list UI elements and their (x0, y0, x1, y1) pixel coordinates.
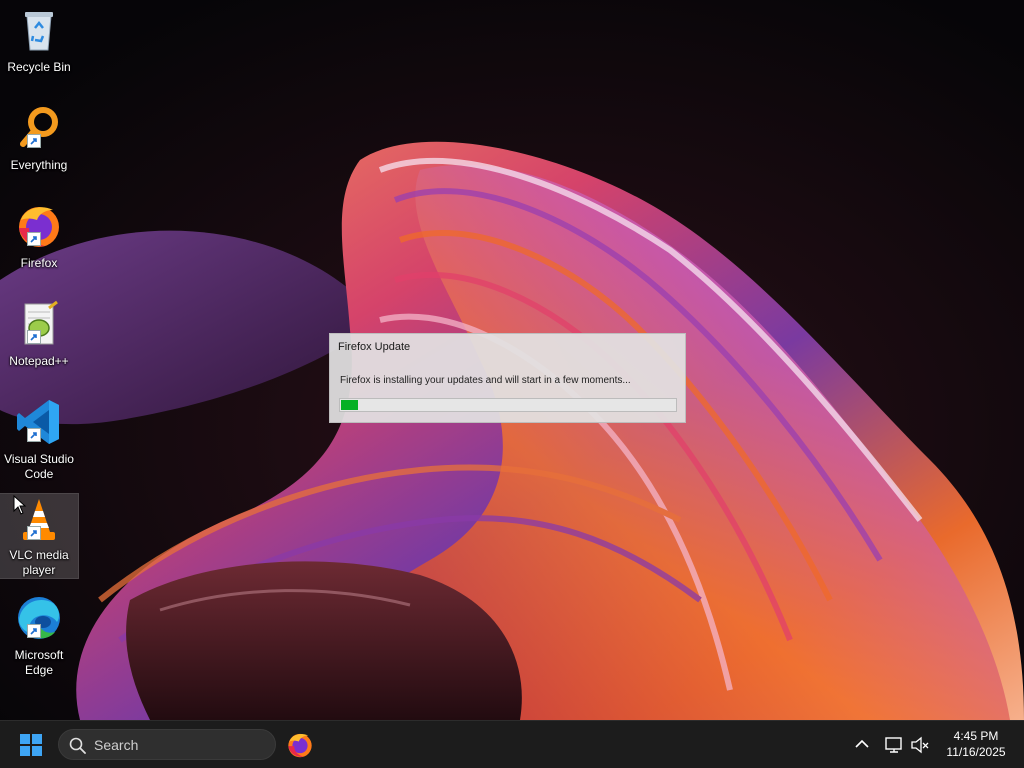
desktop-icon-edge[interactable]: Microsoft Edge (0, 594, 78, 678)
taskbar-clock[interactable]: 4:45 PM 11/16/2025 (938, 728, 1014, 760)
shortcut-arrow-icon (27, 428, 41, 442)
desktop-icon-label: Microsoft Edge (14, 648, 64, 677)
dialog-title: Firefox Update (338, 341, 411, 353)
firefox-icon (15, 202, 63, 250)
vscode-icon (15, 398, 63, 446)
dialog-message: Firefox is installing your updates and w… (340, 375, 631, 386)
firefox-icon (286, 733, 314, 763)
chevron-up-icon[interactable] (853, 735, 871, 753)
desktop-icon-label: Visual Studio Code (4, 452, 74, 481)
edge-icon (15, 594, 63, 642)
start-button[interactable] (14, 729, 50, 761)
desktop-icon-label: Recycle Bin (7, 60, 71, 74)
desktop-icon-recycle-bin[interactable]: Recycle Bin (0, 6, 78, 75)
update-progress-bar (339, 398, 677, 412)
desktop-icon-everything[interactable]: Everything (0, 104, 78, 173)
everything-search-icon (15, 104, 63, 152)
recycle-bin-icon (15, 6, 63, 54)
network-icon[interactable] (884, 735, 904, 755)
volume-muted-icon[interactable] (910, 735, 930, 755)
shortcut-arrow-icon (27, 330, 41, 344)
desktop-icon-label: Notepad++ (9, 354, 69, 368)
desktop-icon-vlc[interactable]: VLC media player (0, 493, 79, 579)
search-icon (69, 737, 86, 758)
shortcut-arrow-icon (27, 526, 41, 540)
search-placeholder: Search (94, 737, 139, 753)
desktop-icon-label: Firefox (20, 256, 58, 270)
desktop-icon-firefox[interactable]: Firefox (0, 202, 78, 271)
update-progress-fill (341, 400, 358, 410)
taskbar: Search 4:45 PM 11/16/2025 (0, 720, 1024, 768)
desktop-icon-vscode[interactable]: Visual Studio Code (0, 398, 78, 482)
desktop-icon-label: Everything (10, 158, 68, 172)
shortcut-arrow-icon (27, 232, 41, 246)
shortcut-arrow-icon (27, 134, 41, 148)
shortcut-arrow-icon (27, 624, 41, 638)
clock-date: 11/16/2025 (946, 745, 1006, 759)
desktop-icon-label: VLC media player (9, 548, 69, 577)
notepad-plus-plus-icon (15, 300, 63, 348)
taskbar-search-box[interactable]: Search (58, 729, 276, 760)
mouse-cursor-icon (13, 494, 27, 519)
windows-logo-icon (20, 734, 43, 757)
taskbar-firefox-button[interactable] (286, 731, 314, 759)
firefox-update-dialog: Firefox Update Firefox is installing you… (329, 333, 686, 423)
desktop-icon-notepad-plus-plus[interactable]: Notepad++ (0, 300, 78, 369)
clock-time: 4:45 PM (953, 729, 999, 743)
